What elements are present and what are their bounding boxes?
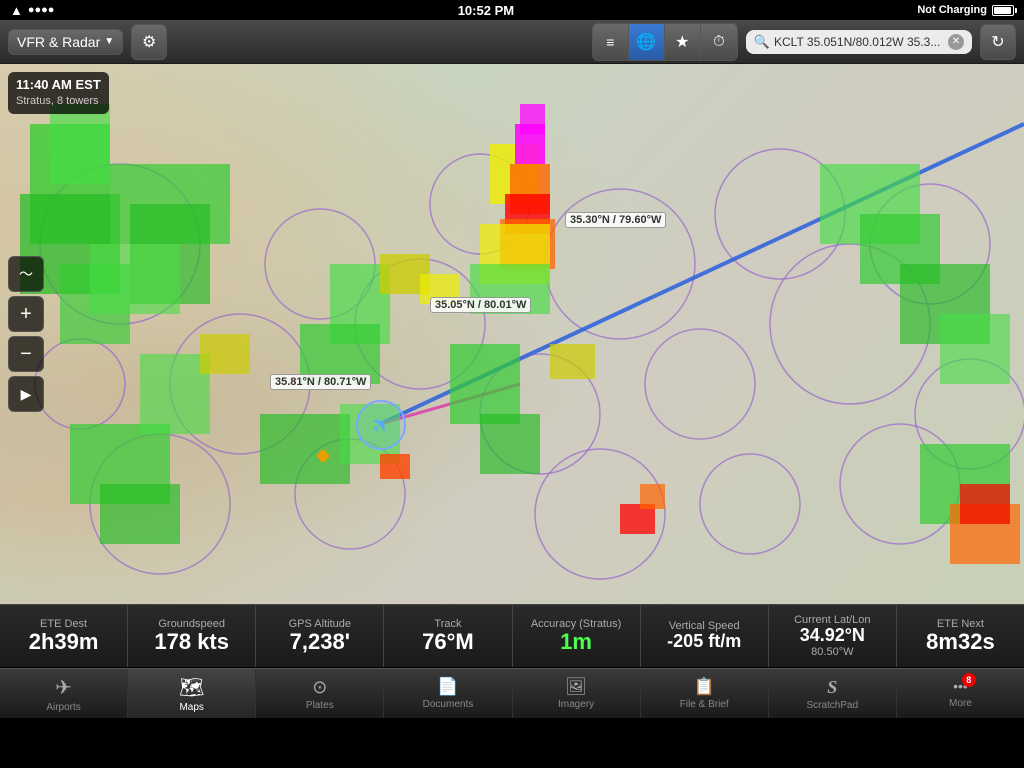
globe-button[interactable]: 🌐 [629, 24, 665, 60]
battery-icon [992, 5, 1014, 16]
maps-label: Maps [179, 702, 203, 713]
map-time: 11:40 AM EST [16, 76, 101, 94]
groundspeed-item: Groundspeed 178 kts [128, 605, 256, 667]
current-lon-value: 80.50°W [811, 646, 853, 658]
tab-file-brief[interactable]: 📋 File & Brief [641, 669, 769, 718]
status-right: Not Charging [917, 4, 1014, 16]
tab-imagery[interactable]: 🖼 Imagery [513, 669, 641, 718]
status-bar: ▲ ●●●● 10:52 PM Not Charging [0, 0, 1024, 20]
layers-icon: ≡ [606, 34, 614, 50]
search-clear-button[interactable]: ✕ [948, 34, 964, 50]
dropdown-label: VFR & Radar [17, 34, 100, 50]
tab-bar: ✈ Airports 🗺 Maps ⊙ Plates 📄 Documents 🖼… [0, 668, 1024, 718]
aircraft-circle: ✈ [356, 400, 406, 450]
map-container[interactable]: 11:40 AM EST Stratus, 8 towers 35.30°N /… [0, 64, 1024, 604]
search-bar[interactable]: 🔍 ✕ [746, 30, 972, 54]
signal-bars: ●●●● [28, 4, 55, 16]
track-item: Track 76°M [384, 605, 512, 667]
status-time: 10:52 PM [458, 3, 514, 18]
track-value: 76°M [422, 630, 474, 654]
ete-next-item: ETE Next 8m32s [897, 605, 1024, 667]
plates-label: Plates [306, 700, 334, 711]
more-label: More [949, 698, 972, 709]
tab-scratchpad[interactable]: S ScratchPad [769, 669, 897, 718]
favorites-button[interactable]: ★ [665, 24, 701, 60]
aircraft-icon: ✈ [365, 409, 396, 440]
documents-label: Documents [423, 699, 474, 710]
reload-button[interactable]: ↻ [980, 24, 1016, 60]
nav-center-group: ≡ 🌐 ★ ⏱ [592, 23, 738, 61]
vertical-speed-value: -205 ft/m [667, 632, 741, 652]
wave-icon: 〜 [19, 264, 33, 284]
zoom-out-button[interactable]: − [8, 336, 44, 372]
vfr-radar-dropdown[interactable]: VFR & Radar ▼ [8, 29, 123, 55]
ete-next-value: 8m32s [926, 630, 995, 654]
reload-icon: ↻ [991, 32, 1004, 52]
ete-dest-value: 2h39m [29, 630, 99, 654]
status-left: ▲ ●●●● [10, 3, 54, 18]
aircraft-marker: ✈ [356, 400, 406, 450]
weather-toggle-button[interactable]: 〜 [8, 256, 44, 292]
tab-airports[interactable]: ✈ Airports [0, 669, 128, 718]
scratchpad-icon: S [827, 677, 837, 698]
scratchpad-label: ScratchPad [806, 700, 858, 711]
dropdown-arrow-icon: ▼ [104, 36, 114, 47]
data-bar: ETE Dest 2h39m Groundspeed 178 kts GPS A… [0, 604, 1024, 668]
vertical-speed-item: Vertical Speed -205 ft/m [641, 605, 769, 667]
current-latlon-item: Current Lat/Lon 34.92°N 80.50°W [769, 605, 897, 667]
clock-icon: ⏱ [713, 33, 725, 50]
imagery-icon: 🖼 [565, 677, 587, 697]
not-charging-text: Not Charging [917, 4, 987, 16]
map-background [0, 64, 1024, 604]
coord-label-3: 35.81°N / 80.71°W [270, 374, 371, 390]
plates-icon: ⊙ [312, 677, 327, 698]
gps-altitude-item: GPS Altitude 7,238' [256, 605, 384, 667]
map-info-box: 11:40 AM EST Stratus, 8 towers [8, 72, 109, 114]
minus-icon: − [20, 343, 32, 366]
map-source: Stratus, 8 towers [16, 94, 101, 109]
imagery-label: Imagery [558, 699, 594, 710]
diamond-marker [318, 451, 328, 461]
current-lat-value: 34.92°N [800, 626, 865, 646]
layers-button[interactable]: ≡ [593, 24, 629, 60]
accuracy-item: Accuracy (Stratus) 1m [513, 605, 641, 667]
nav-bar: VFR & Radar ▼ ⚙ ≡ 🌐 ★ ⏱ 🔍 ✕ ↻ [0, 20, 1024, 64]
gps-altitude-value: 7,238' [290, 630, 350, 654]
tab-plates[interactable]: ⊙ Plates [256, 669, 384, 718]
clock-button[interactable]: ⏱ [701, 24, 737, 60]
more-badge: 8 [962, 673, 976, 687]
search-input[interactable] [774, 35, 944, 49]
airports-label: Airports [46, 702, 80, 713]
track-up-button[interactable]: ▶ [8, 376, 44, 412]
documents-icon: 📄 [437, 677, 458, 697]
tab-more[interactable]: ••• 8 More [897, 669, 1024, 718]
diamond-icon [316, 449, 330, 463]
settings-button[interactable]: ⚙ [131, 24, 167, 60]
search-icon: 🔍 [754, 34, 770, 50]
tab-documents[interactable]: 📄 Documents [384, 669, 512, 718]
plus-icon: + [20, 303, 32, 326]
zoom-in-button[interactable]: + [8, 296, 44, 332]
settings-icon: ⚙ [142, 32, 156, 52]
coord-label-1: 35.30°N / 79.60°W [565, 212, 666, 228]
globe-icon: 🌐 [636, 32, 656, 52]
accuracy-value: 1m [560, 630, 592, 654]
ete-dest-item: ETE Dest 2h39m [0, 605, 128, 667]
coord-label-2: 35.05°N / 80.01°W [430, 297, 531, 313]
star-icon: ★ [675, 32, 689, 52]
play-icon: ▶ [21, 386, 32, 403]
airports-icon: ✈ [55, 675, 72, 700]
more-badge-container: ••• 8 [953, 678, 968, 696]
file-brief-icon: 📋 [694, 677, 715, 697]
groundspeed-value: 178 kts [154, 630, 229, 654]
maps-icon: 🗺 [179, 675, 204, 700]
file-brief-label: File & Brief [680, 699, 729, 710]
tab-maps[interactable]: 🗺 Maps [128, 669, 256, 718]
map-left-controls: 〜 + − ▶ [8, 256, 44, 412]
wifi-icon: ▲ [10, 3, 23, 18]
